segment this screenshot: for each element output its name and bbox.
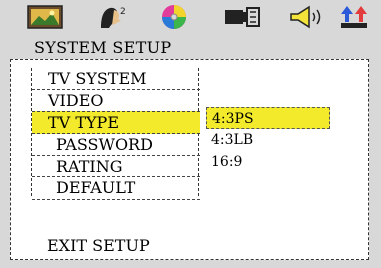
option-4-3ps[interactable]: 4:3PS [206,107,330,129]
menu-item-tv-system[interactable]: TV SYSTEM [32,68,200,90]
setup-panel: TV SYSTEM VIDEO TV TYPE PASSWORD RATING … [10,59,369,260]
option-label: 16:9 [211,154,243,170]
landscape-picture-icon[interactable] [25,4,65,30]
menu-item-label: VIDEO [48,91,104,110]
menu-item-label: TV TYPE [48,113,119,132]
audio-speaker-icon[interactable] [288,4,324,30]
menu-item-label: RATING [56,157,123,176]
option-4-3lb[interactable]: 4:3LB [206,129,330,151]
menu-item-password[interactable]: PASSWORD [32,133,200,156]
menu-item-label: TV SYSTEM [48,69,147,88]
svg-text:2: 2 [120,7,125,17]
menu-item-default[interactable]: DEFAULT [32,176,200,200]
color-disc-icon[interactable] [156,4,192,30]
menu-item-video[interactable]: VIDEO [32,89,200,112]
person-profile-icon[interactable]: 2 [92,4,128,30]
menu-item-tv-type[interactable]: TV TYPE [32,111,200,134]
page-title: SYSTEM SETUP [34,38,172,57]
option-label: 4:3LB [211,132,254,148]
setup-screen: 2 SYSTEM SETUP TV SYSTEM VIDEO TV TYPE P… [0,0,381,268]
menu-item-rating[interactable]: RATING [32,155,200,178]
menu-item-label: PASSWORD [56,135,153,154]
menu-list: TV SYSTEM VIDEO TV TYPE PASSWORD RATING … [31,68,200,200]
speaker-settings-icon[interactable] [222,4,262,30]
exit-setup-button[interactable]: EXIT SETUP [47,236,150,255]
option-16-9[interactable]: 16:9 [206,151,330,173]
toolbar: 2 [0,0,381,36]
exchange-arrows-icon[interactable] [337,4,371,30]
menu-item-label: DEFAULT [56,178,136,197]
option-label: 4:3PS [212,111,254,127]
